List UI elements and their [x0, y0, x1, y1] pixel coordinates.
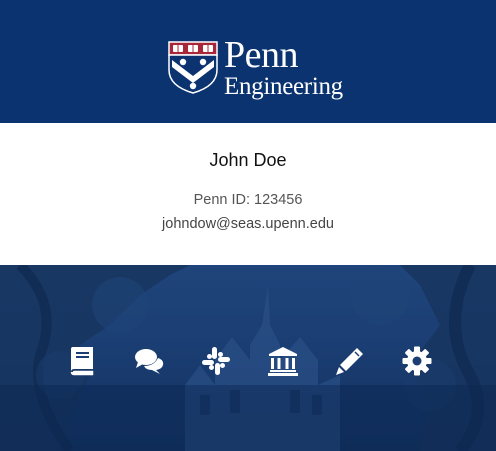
slack-icon — [202, 347, 230, 375]
comments-button[interactable] — [133, 345, 165, 377]
profile-card: John Doe Penn ID: 123456 johndow@seas.up… — [0, 123, 496, 265]
pencil-icon — [336, 348, 363, 375]
logo-engineering: Engineering — [224, 73, 343, 100]
book-button[interactable] — [66, 345, 98, 377]
university-icon — [268, 347, 298, 376]
user-email: johndow@seas.upenn.edu — [162, 216, 334, 232]
gear-icon — [402, 346, 432, 376]
logo-text: Penn Engineering — [224, 36, 343, 100]
university-button[interactable] — [267, 345, 299, 377]
penn-shield-icon — [168, 41, 218, 94]
dock-icons — [66, 345, 433, 377]
logo-penn: Penn — [224, 34, 298, 76]
comments-icon — [135, 349, 164, 374]
penn-engineering-logo[interactable]: Penn Engineering — [168, 36, 343, 100]
settings-button[interactable] — [401, 345, 433, 377]
pencil-button[interactable] — [334, 345, 366, 377]
slack-button[interactable] — [200, 345, 232, 377]
penn-id: Penn ID: 123456 — [193, 192, 303, 208]
header: Penn Engineering — [0, 0, 496, 123]
app-dock — [0, 265, 496, 451]
book-icon — [70, 347, 94, 376]
user-name: John Doe — [209, 150, 287, 170]
